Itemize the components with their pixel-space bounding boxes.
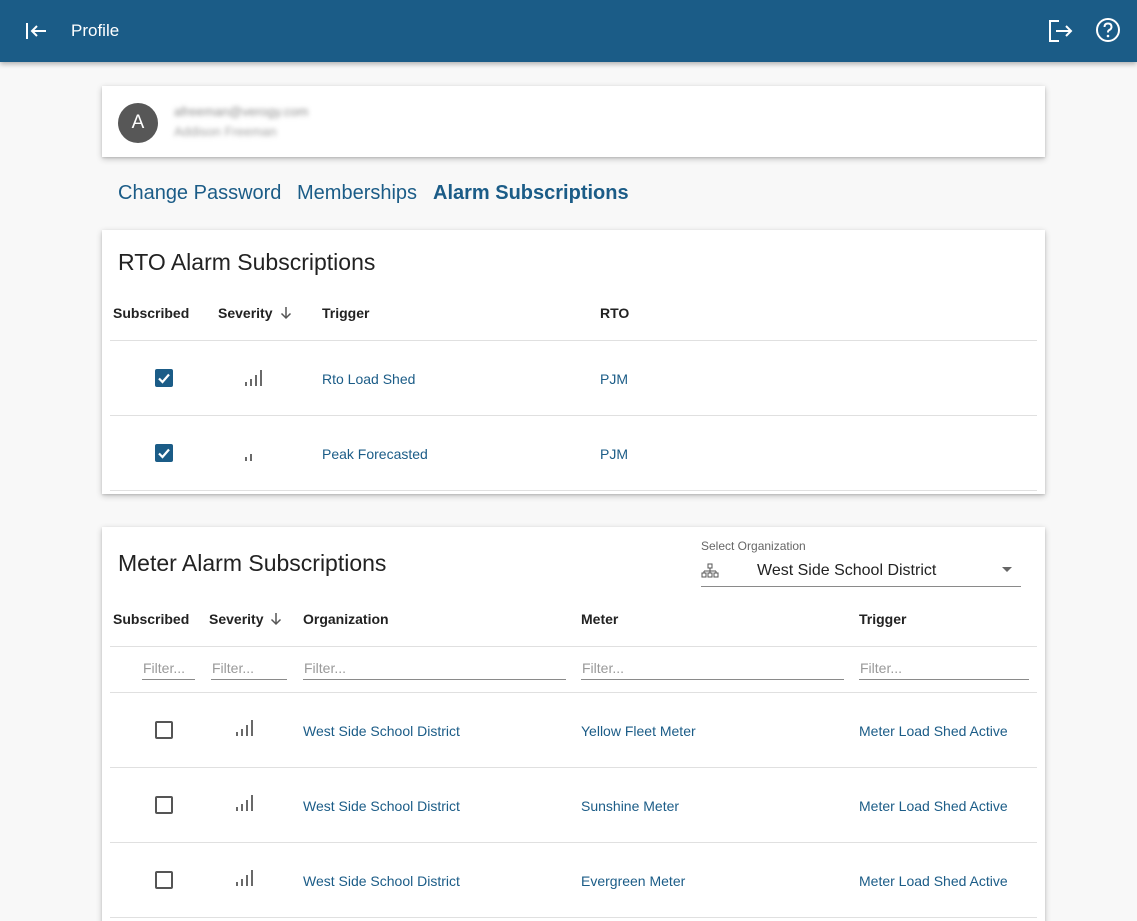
profile-name: Addison Freeman	[174, 124, 277, 139]
profile-email: afreeman@verogy.com	[174, 104, 309, 119]
severity-high-icon	[236, 795, 253, 811]
subscribed-checkbox[interactable]	[155, 871, 173, 889]
severity-filter-input[interactable]	[211, 656, 287, 680]
page-title: Profile	[71, 21, 120, 40]
help-icon[interactable]	[1094, 16, 1122, 44]
organization-filter-input[interactable]	[303, 656, 566, 680]
column-header-severity[interactable]: Severity	[218, 305, 272, 321]
subscribed-checkbox[interactable]	[155, 444, 173, 462]
organization-link[interactable]: West Side School District	[303, 723, 460, 739]
meter-link[interactable]: Evergreen Meter	[581, 873, 685, 889]
rto-alarm-card: RTO Alarm Subscriptions Subscribed Sever…	[102, 230, 1045, 494]
row-divider	[110, 692, 1037, 693]
column-header-rto[interactable]: RTO	[600, 305, 629, 321]
rto-link[interactable]: PJM	[600, 446, 628, 462]
subscribed-filter-input[interactable]	[142, 656, 195, 680]
organization-select[interactable]: West Side School District	[701, 553, 1021, 587]
column-header-trigger[interactable]: Trigger	[322, 305, 369, 321]
column-header-severity[interactable]: Severity	[209, 611, 263, 627]
subscribed-checkbox[interactable]	[155, 721, 173, 739]
column-header-subscribed[interactable]: Subscribed	[113, 611, 189, 627]
rto-section-title: RTO Alarm Subscriptions	[118, 249, 376, 275]
trigger-link[interactable]: Meter Load Shed Active	[859, 873, 1008, 889]
severity-high-icon	[236, 720, 253, 736]
subscribed-checkbox[interactable]	[155, 369, 173, 387]
severity-high-icon	[236, 870, 253, 886]
trigger-link[interactable]: Meter Load Shed Active	[859, 723, 1008, 739]
trigger-filter-input[interactable]	[859, 656, 1029, 680]
meter-alarm-card: Meter Alarm Subscriptions Select Organiz…	[102, 527, 1045, 921]
meter-section-title: Meter Alarm Subscriptions	[118, 550, 387, 576]
row-divider	[110, 842, 1037, 843]
sort-down-icon[interactable]	[269, 612, 283, 626]
tab-alarm-subscriptions[interactable]: Alarm Subscriptions	[433, 182, 629, 205]
app-bar: Profile	[0, 0, 1137, 62]
meter-link[interactable]: Yellow Fleet Meter	[581, 723, 696, 739]
row-divider	[110, 340, 1037, 341]
severity-low-icon	[245, 454, 252, 461]
org-tree-icon	[701, 563, 719, 578]
row-divider	[110, 917, 1037, 918]
organization-select-value: West Side School District	[757, 562, 937, 579]
rto-link[interactable]: PJM	[600, 371, 628, 387]
tab-change-password[interactable]: Change Password	[118, 182, 281, 205]
sort-down-icon[interactable]	[279, 306, 293, 320]
row-divider	[110, 490, 1037, 491]
trigger-link[interactable]: Peak Forecasted	[322, 446, 428, 462]
column-header-subscribed[interactable]: Subscribed	[113, 305, 189, 321]
collapse-left-icon[interactable]	[22, 17, 50, 45]
trigger-link[interactable]: Meter Load Shed Active	[859, 798, 1008, 814]
logout-icon[interactable]	[1045, 16, 1075, 46]
column-header-organization[interactable]: Organization	[303, 611, 389, 627]
row-divider	[110, 646, 1037, 647]
trigger-link[interactable]: Rto Load Shed	[322, 371, 415, 387]
tab-memberships[interactable]: Memberships	[297, 182, 417, 205]
row-divider	[110, 415, 1037, 416]
subscribed-checkbox[interactable]	[155, 796, 173, 814]
severity-high-icon	[245, 370, 262, 386]
dropdown-caret-icon	[1002, 567, 1012, 572]
column-header-trigger[interactable]: Trigger	[859, 611, 906, 627]
organization-link[interactable]: West Side School District	[303, 873, 460, 889]
meter-link[interactable]: Sunshine Meter	[581, 798, 679, 814]
meter-filter-input[interactable]	[581, 656, 844, 680]
row-divider	[110, 767, 1037, 768]
organization-link[interactable]: West Side School District	[303, 798, 460, 814]
avatar: A	[118, 103, 158, 143]
profile-card: A afreeman@verogy.com Addison Freeman	[102, 86, 1045, 157]
select-organization-label: Select Organization	[701, 539, 806, 553]
column-header-meter[interactable]: Meter	[581, 611, 618, 627]
